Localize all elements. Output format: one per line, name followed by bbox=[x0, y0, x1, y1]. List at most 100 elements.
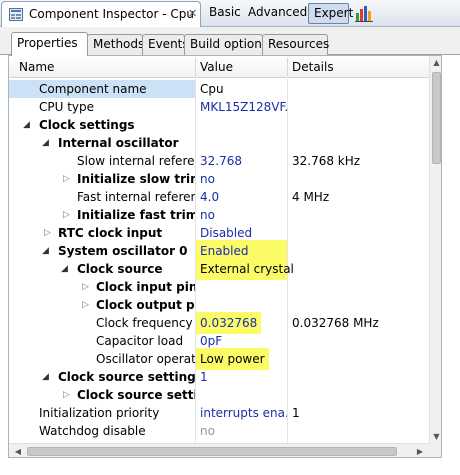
row-details: 1 bbox=[292, 406, 300, 420]
column-divider[interactable] bbox=[195, 58, 196, 76]
highlighted-value: External crystal bbox=[196, 258, 294, 280]
collapsed-arrow-icon[interactable]: ▷ bbox=[44, 224, 51, 242]
row-label: Fast internal reference bbox=[77, 190, 195, 204]
column-header-value[interactable]: Value bbox=[200, 60, 233, 74]
table-row[interactable]: ▷ Initialize fast trim val no bbox=[9, 206, 429, 224]
horizontal-scrollbar[interactable]: ◀ ▶ bbox=[9, 443, 429, 457]
close-icon[interactable]: ✕ bbox=[188, 7, 197, 20]
tab-label: Events bbox=[148, 37, 189, 51]
scroll-down-arrow-icon[interactable]: ▼ bbox=[430, 430, 441, 443]
row-value[interactable]: MKL15Z128VF... bbox=[196, 98, 287, 116]
row-label: Component name bbox=[39, 82, 147, 96]
row-value[interactable]: no bbox=[196, 422, 287, 440]
row-value[interactable]: no bbox=[196, 170, 287, 188]
table-row[interactable]: Component name Cpu bbox=[9, 80, 429, 98]
tab-events[interactable]: Events bbox=[142, 34, 189, 55]
collapsed-arrow-icon[interactable]: ▷ bbox=[82, 278, 89, 296]
row-name-cell: Component name bbox=[9, 80, 195, 98]
row-value-cell[interactable]: 0.032768 bbox=[196, 312, 287, 334]
row-label: Internal oscillator bbox=[58, 136, 179, 150]
column-header-details[interactable]: Details bbox=[292, 60, 334, 74]
tab-label: Resources bbox=[268, 37, 330, 51]
column-divider[interactable] bbox=[287, 58, 288, 76]
mode-basic-button[interactable]: Basic bbox=[209, 5, 241, 19]
table-row[interactable]: Oscillator operating Low power bbox=[9, 348, 429, 370]
row-name-cell: Oscillator operating bbox=[9, 350, 195, 368]
table-row[interactable]: Watchdog disable no bbox=[9, 422, 429, 440]
row-label: Clock output pin bbox=[96, 298, 195, 312]
row-value[interactable]: 4.0 bbox=[196, 188, 287, 206]
collapsed-arrow-icon[interactable]: ▷ bbox=[63, 386, 70, 404]
table-row[interactable]: Clock frequency [M 0.032768 0.032768 MHz bbox=[9, 312, 429, 334]
tab-label: Methods bbox=[93, 37, 145, 51]
view-tab-component-inspector[interactable]: Component Inspector - Cpu ✕ bbox=[1, 1, 201, 27]
horizontal-scroll-thumb[interactable] bbox=[27, 447, 397, 456]
table-row[interactable]: ◢ Clock source settings 1 bbox=[9, 368, 429, 386]
tab-methods[interactable]: Methods bbox=[87, 34, 145, 55]
table-row[interactable]: CPU type MKL15Z128VF... bbox=[9, 98, 429, 116]
scroll-right-arrow-icon[interactable]: ▶ bbox=[413, 444, 427, 457]
row-label: Initialization priority bbox=[39, 406, 160, 420]
vertical-scroll-thumb[interactable] bbox=[432, 72, 441, 164]
row-label: Capacitor load bbox=[96, 334, 184, 348]
row-value[interactable]: interrupts ena... bbox=[196, 404, 287, 422]
row-details: 4 MHz bbox=[292, 190, 330, 204]
expanded-arrow-icon[interactable]: ◢ bbox=[42, 368, 49, 386]
table-row[interactable]: ◢ Internal oscillator bbox=[9, 134, 429, 152]
scroll-up-arrow-icon[interactable]: ▲ bbox=[430, 56, 441, 69]
tab-resources[interactable]: Resources bbox=[262, 34, 330, 55]
row-name-cell: CPU type bbox=[9, 98, 195, 116]
table-header: Name Value Details bbox=[9, 56, 429, 78]
row-name-cell: ◢ Clock source settings bbox=[9, 368, 195, 386]
table-row[interactable]: ▷ Clock input pin bbox=[9, 278, 429, 296]
table-row[interactable]: ▷ Initialize slow trim va no bbox=[9, 170, 429, 188]
collapsed-arrow-icon[interactable]: ▷ bbox=[63, 170, 70, 188]
tab-label: Properties bbox=[17, 36, 78, 50]
row-value[interactable]: 1 bbox=[196, 368, 287, 386]
row-name-cell: ▷ RTC clock input bbox=[9, 224, 195, 242]
row-label: Oscillator operating bbox=[96, 352, 195, 366]
bar-chart-icon[interactable] bbox=[355, 5, 373, 22]
row-value[interactable]: Cpu bbox=[196, 80, 287, 98]
row-label: Clock input pin bbox=[96, 280, 195, 294]
row-name-cell: Initialization priority bbox=[9, 404, 195, 422]
row-value[interactable]: 32.768 bbox=[196, 152, 287, 170]
tab-build-options[interactable]: Build options bbox=[184, 34, 268, 55]
vertical-scrollbar[interactable]: ▲ ▼ bbox=[429, 56, 441, 443]
expanded-arrow-icon[interactable]: ◢ bbox=[23, 116, 30, 134]
column-header-name[interactable]: Name bbox=[19, 60, 54, 74]
collapsed-arrow-icon[interactable]: ▷ bbox=[63, 206, 70, 224]
row-label: System oscillator 0 bbox=[58, 244, 188, 258]
expanded-arrow-icon[interactable]: ◢ bbox=[42, 134, 49, 152]
tab-properties[interactable]: Properties bbox=[11, 32, 88, 56]
row-name-cell: Slow internal reference bbox=[9, 152, 195, 170]
scroll-left-arrow-icon[interactable]: ◀ bbox=[11, 444, 25, 457]
table-row[interactable]: Slow internal reference 32.768 32.768 kH… bbox=[9, 152, 429, 170]
mode-expert-button[interactable]: Expert bbox=[308, 3, 353, 24]
table-row[interactable]: Fast internal reference 4.0 4 MHz bbox=[9, 188, 429, 206]
row-label: RTC clock input bbox=[58, 226, 163, 240]
row-name-cell: ◢ Internal oscillator bbox=[9, 134, 195, 152]
highlighted-value: 0.032768 bbox=[196, 312, 262, 334]
collapsed-arrow-icon[interactable]: ▷ bbox=[82, 296, 89, 314]
component-inspector-icon bbox=[9, 8, 23, 21]
property-tabs: Properties Methods Events Build options … bbox=[0, 27, 460, 56]
table-row[interactable]: ▷ Clock source setting 0 bbox=[9, 386, 429, 404]
row-label: Clock settings bbox=[39, 118, 135, 132]
row-name-cell: ◢ Clock source bbox=[9, 260, 195, 278]
mode-expert-label: Expert bbox=[314, 6, 354, 20]
row-label: CPU type bbox=[39, 100, 95, 114]
table-row[interactable]: ◢ Clock settings bbox=[9, 116, 429, 134]
expanded-arrow-icon[interactable]: ◢ bbox=[61, 260, 68, 278]
view-title: Component Inspector - Cpu bbox=[29, 7, 195, 21]
expanded-arrow-icon[interactable]: ◢ bbox=[42, 242, 49, 260]
scrollbar-corner bbox=[429, 443, 441, 457]
row-name-cell: ◢ System oscillator 0 bbox=[9, 242, 195, 260]
table-row[interactable]: ◢ Clock source External crystal bbox=[9, 258, 429, 280]
row-value-cell[interactable]: External crystal bbox=[196, 258, 294, 280]
table-row[interactable]: Initialization priority interrupts ena..… bbox=[9, 404, 429, 422]
row-label: Slow internal reference bbox=[77, 154, 195, 168]
row-value[interactable]: no bbox=[196, 206, 287, 224]
row-value-cell[interactable]: Low power bbox=[196, 348, 287, 370]
mode-advanced-button[interactable]: Advanced bbox=[248, 5, 307, 19]
